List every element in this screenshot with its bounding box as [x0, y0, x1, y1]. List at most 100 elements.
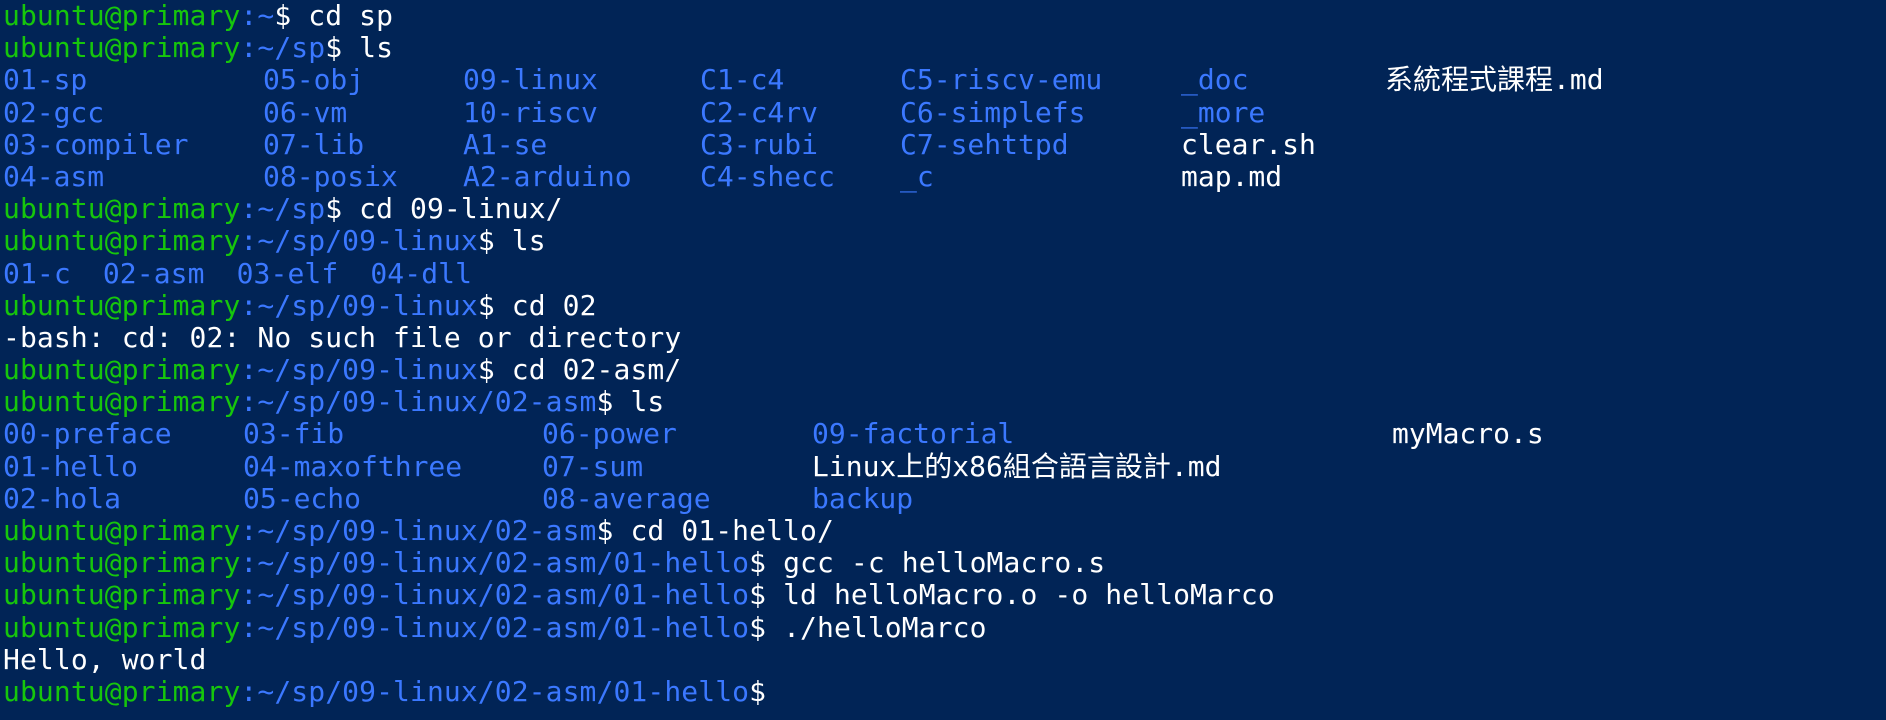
prompt-path: :~/sp/09-linux/02-asm	[240, 514, 597, 547]
dir-entry: 01-hello	[3, 449, 138, 483]
prompt-path: :~/sp	[240, 31, 326, 65]
file-entry	[1385, 129, 1886, 161]
prompt-sign: $	[749, 578, 767, 612]
prompt-user: ubuntu@primary	[3, 0, 241, 32]
prompt-path: :~/sp/09-linux	[240, 353, 478, 387]
prompt-user: ubuntu@primary	[3, 578, 241, 612]
prompt-user: ubuntu@primary	[3, 610, 241, 644]
dir-entry: _doc	[1181, 63, 1249, 97]
dir-entry: 01-sp	[3, 63, 88, 97]
prompt-sign: $	[274, 0, 292, 32]
prompt-path: :~/sp/09-linux	[240, 288, 478, 322]
current-prompt-line[interactable]: ubuntu@primary:~/sp/09-linux/02-asm/01-h…	[3, 674, 1886, 708]
dir-entry: C3-rubi	[700, 127, 819, 161]
dir-entry: C1-c4	[700, 63, 785, 97]
prompt-sign: $	[749, 546, 767, 580]
prompt-path: :~/sp/09-linux/02-asm	[240, 385, 597, 419]
command-text: cd sp	[291, 0, 394, 32]
ls-output-linux: 01-c 02-asm 03-elf 04-dll	[3, 256, 1886, 290]
prompt-sign: $	[477, 353, 495, 387]
dir-entry: 06-power	[542, 417, 677, 451]
error-message: -bash: cd: 02: No such file or directory	[3, 320, 682, 354]
command-text: ls	[613, 385, 665, 419]
prompt-sign: $	[596, 385, 614, 419]
prompt-line: ubuntu@primary:~/sp/09-linux/02-asm/01-h…	[3, 579, 1886, 611]
prompt-sign: $	[749, 610, 767, 644]
dir-entry: 08-average	[542, 481, 711, 515]
dir-entry: 03-compiler	[3, 127, 189, 161]
dir-entry: 03-elf	[236, 256, 339, 290]
dir-entry: 09-factorial	[812, 417, 1015, 451]
dir-entry: 03-fib	[243, 417, 345, 451]
dir-entry: 00-preface	[3, 417, 172, 451]
dir-entry: 04-dll	[370, 256, 473, 290]
command-text: ls	[342, 31, 394, 65]
prompt-path: :~/sp/09-linux/02-asm/01-hello	[240, 610, 750, 644]
dir-entry: 10-riscv	[463, 95, 598, 129]
prompt-line: ubuntu@primary:~/sp/09-linux$ cd 02-asm/	[3, 353, 1886, 387]
prompt-line: ubuntu@primary:~$ cd sp	[3, 0, 1886, 32]
prompt-line: ubuntu@primary:~/sp/09-linux/02-asm$ ls	[3, 386, 1886, 418]
dir-entry: A1-se	[463, 127, 548, 161]
dir-entry: 05-obj	[263, 63, 365, 97]
dir-entry: 04-asm	[3, 159, 105, 193]
prompt-path: :~/sp/09-linux/02-asm/01-hello	[240, 546, 750, 580]
prompt-sign: $	[325, 31, 343, 65]
prompt-sign: $	[477, 224, 495, 258]
file-entry	[1392, 483, 1886, 515]
dir-entry: 09-linux	[463, 63, 598, 97]
file-entry: map.md	[1181, 159, 1283, 193]
dir-entry: 01-c	[3, 256, 71, 290]
dir-entry: C7-sehttpd	[900, 127, 1069, 161]
dir-entry: 02-hola	[3, 481, 122, 515]
dir-entry: C2-c4rv	[700, 95, 819, 129]
dir-entry: 04-maxofthree	[243, 449, 463, 483]
dir-entry: 08-posix	[263, 159, 398, 193]
prompt-line: ubuntu@primary:~/sp/09-linux$ cd 02	[3, 288, 1886, 322]
prompt-line: ubuntu@primary:~/sp$ cd 09-linux/	[3, 193, 1886, 225]
prompt-line: ubuntu@primary:~/sp/09-linux/02-asm$ cd …	[3, 514, 1886, 547]
prompt-line: ubuntu@primary:~/sp/09-linux/02-asm/01-h…	[3, 610, 1886, 644]
file-entry: clear.sh	[1181, 127, 1316, 161]
prompt-user: ubuntu@primary	[3, 546, 241, 580]
dir-entry: A2-arduino	[463, 159, 632, 193]
prompt-sign: $	[596, 514, 614, 547]
prompt-sign: $	[477, 288, 495, 322]
prompt-path: :~/sp/09-linux/02-asm/01-hello	[240, 578, 750, 612]
prompt-path: :~	[240, 0, 275, 32]
dir-entry: _more	[1181, 95, 1266, 129]
dir-entry: 02-asm	[102, 256, 205, 290]
terminal-window[interactable]: ubuntu@primary:~$ cd sp ubuntu@primary:~…	[0, 0, 1886, 720]
command-text: cd 02	[494, 288, 597, 322]
file-entry	[1385, 161, 1886, 193]
prompt-line: ubuntu@primary:~/sp/09-linux/02-asm/01-h…	[3, 547, 1886, 579]
prompt-sign: $	[325, 192, 343, 226]
command-text: ls	[494, 224, 546, 258]
prompt-sign: $	[749, 674, 767, 708]
ls-output-sp: 01-sp 05-obj 09-linux C1-c4 C5-riscv-emu…	[3, 64, 1886, 193]
file-entry: Linux上的x86組合語言設計.md	[812, 449, 1222, 483]
ls-output-asm: 00-preface 03-fib 06-power 09-factorial …	[3, 418, 1886, 515]
dir-entry: C5-riscv-emu	[900, 63, 1103, 97]
dir-entry: _c	[900, 159, 934, 193]
prompt-line: ubuntu@primary:~/sp/09-linux$ ls	[3, 225, 1886, 257]
prompt-user: ubuntu@primary	[3, 385, 241, 419]
command-text: gcc -c helloMacro.s	[766, 546, 1106, 580]
prompt-line: ubuntu@primary:~/sp$ ls	[3, 32, 1886, 64]
prompt-user: ubuntu@primary	[3, 192, 241, 226]
file-entry: 系統程式課程.md	[1385, 63, 1604, 97]
dir-entry: backup	[812, 481, 914, 515]
command-text: ./helloMarco	[766, 610, 987, 644]
dir-entry: 06-vm	[263, 95, 348, 129]
dir-entry: C6-simplefs	[900, 95, 1086, 129]
prompt-path: :~/sp/09-linux/02-asm/01-hello	[240, 674, 750, 708]
dir-entry: C4-shecc	[700, 159, 835, 193]
prompt-path: :~/sp	[240, 192, 326, 226]
command-text: cd 02-asm/	[494, 353, 682, 387]
prompt-path: :~/sp/09-linux	[240, 224, 478, 258]
dir-entry: 07-lib	[263, 127, 365, 161]
command-text: ld helloMacro.o -o helloMarco	[766, 578, 1275, 612]
prompt-user: ubuntu@primary	[3, 514, 241, 547]
prompt-user: ubuntu@primary	[3, 288, 241, 322]
file-entry	[1392, 451, 1886, 483]
